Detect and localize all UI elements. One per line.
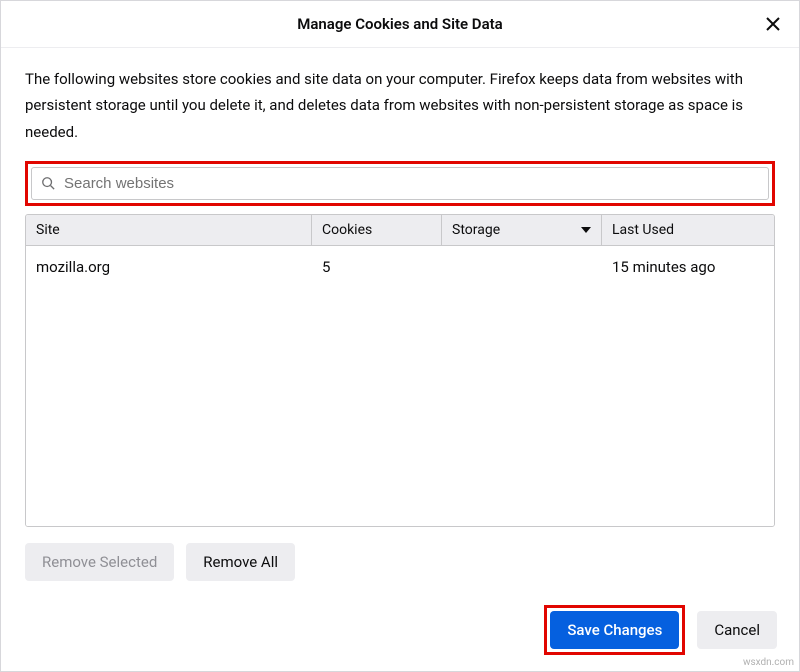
table-header: Site Cookies Storage Last Used [26,215,774,246]
column-site[interactable]: Site [26,215,312,245]
close-button[interactable] [761,13,785,37]
column-storage[interactable]: Storage [442,215,602,245]
sort-descending-icon [581,227,591,233]
table-row[interactable]: mozilla.org 5 15 minutes ago [26,246,774,288]
remove-selected-button[interactable]: Remove Selected [25,543,174,581]
close-icon [765,16,781,35]
table-body[interactable]: mozilla.org 5 15 minutes ago [26,246,774,526]
dialog-header: Manage Cookies and Site Data [1,1,799,48]
column-last-used[interactable]: Last Used [602,215,774,245]
dialog-footer: Save Changes Cancel [1,593,799,671]
save-changes-button[interactable]: Save Changes [550,611,679,649]
remove-all-button[interactable]: Remove All [186,543,295,581]
remove-selected-label: Remove Selected [42,553,157,571]
dialog-body: The following websites store cookies and… [1,48,799,593]
column-cookies[interactable]: Cookies [312,215,442,245]
column-storage-label: Storage [452,222,500,238]
search-input[interactable] [31,167,769,200]
save-highlight-box: Save Changes [544,605,685,655]
cell-last-used: 15 minutes ago [602,252,774,282]
column-cookies-label: Cookies [322,222,372,238]
cancel-button[interactable]: Cancel [697,611,777,649]
column-site-label: Site [36,222,60,238]
column-last-used-label: Last Used [612,222,674,238]
dialog-description: The following websites store cookies and… [25,66,775,145]
search-highlight-box [25,161,775,206]
cell-storage [442,252,602,282]
remove-buttons-row: Remove Selected Remove All [25,543,775,581]
manage-cookies-dialog: Manage Cookies and Site Data The followi… [0,0,800,672]
cell-site: mozilla.org [26,252,312,282]
sites-table: Site Cookies Storage Last Used mozilla.o… [25,214,775,527]
remove-all-label: Remove All [203,553,278,571]
cell-cookies: 5 [312,252,442,282]
dialog-title: Manage Cookies and Site Data [297,15,502,33]
watermark: wsxdn.com [743,657,794,668]
